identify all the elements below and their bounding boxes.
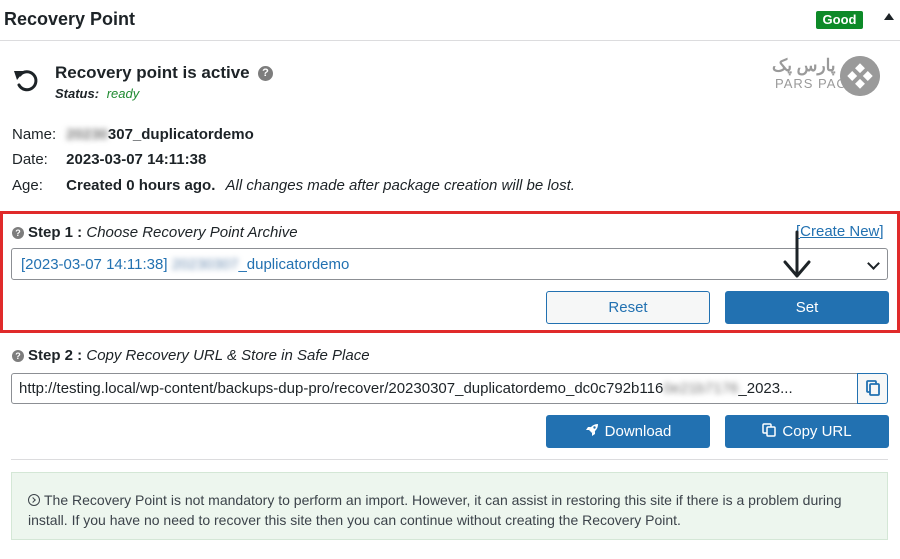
status-label: Status:: [55, 86, 100, 101]
status-badge: Good: [816, 11, 863, 29]
copy-icon: [762, 423, 777, 437]
name-label: Name:: [12, 126, 57, 143]
help-icon[interactable]: ?: [258, 66, 273, 81]
copy-url-button[interactable]: Copy URL: [725, 415, 889, 448]
panel-title: Recovery Point: [4, 9, 136, 29]
age-value: Created 0 hours ago.: [66, 177, 216, 194]
step1-description: Choose Recovery Point Archive: [86, 224, 298, 241]
reset-button[interactable]: Reset: [546, 291, 710, 324]
step1-title: ? Step 1 : Choose Recovery Point Archive: [12, 224, 298, 241]
recovery-url-input[interactable]: http://testing.local/wp-content/backups-…: [11, 373, 858, 404]
recovery-active-title: Recovery point is active: [55, 63, 250, 82]
select-value-suffix: _duplicatordemo: [238, 256, 350, 273]
age-note: All changes made after package creation …: [225, 177, 575, 194]
status-row: Status: ready: [55, 86, 139, 101]
logo-text-top: پارس پک: [772, 56, 836, 75]
copy-icon: [866, 380, 880, 396]
download-label: Download: [604, 423, 672, 440]
chevron-down-icon: [867, 257, 880, 270]
url-prefix: http://testing.local/wp-content/backups-…: [19, 380, 664, 397]
date-row: Date: 2023-03-07 14:11:38: [12, 151, 206, 168]
date-value: 2023-03-07 14:11:38: [66, 151, 207, 168]
copy-url-label: Copy URL: [782, 423, 852, 440]
step1-label: Step 1 :: [28, 224, 83, 241]
select-value-prefix: [2023-03-07 14:11:38]: [21, 256, 168, 273]
download-button[interactable]: Download: [546, 415, 710, 448]
notice-text: The Recovery Point is not mandatory to p…: [28, 492, 842, 528]
step2-title: ? Step 2 : Copy Recovery URL & Store in S…: [12, 347, 370, 364]
arrow-circle-icon: [28, 494, 40, 506]
name-value: 307_duplicatordemo: [107, 126, 254, 143]
info-notice: The Recovery Point is not mandatory to p…: [11, 472, 888, 540]
url-blurred: 0e21b7176: [663, 380, 739, 397]
name-row: Name: 20230307_duplicatordemo: [12, 126, 254, 143]
status-value: ready: [106, 86, 140, 101]
recovery-archive-select[interactable]: [2023-03-07 14:11:38] 20230307_duplicato…: [11, 248, 888, 280]
collapse-toggle-icon[interactable]: [884, 13, 894, 20]
set-button[interactable]: Set: [725, 291, 889, 324]
age-row: Age: Created 0 hours ago. All changes ma…: [12, 177, 575, 194]
arrow-down-icon: [783, 230, 811, 278]
copy-url-icon-button[interactable]: [857, 373, 888, 404]
divider: [11, 459, 888, 460]
step2-description: Copy Recovery URL & Store in Safe Place: [86, 347, 370, 364]
help-icon[interactable]: ?: [12, 350, 24, 362]
undo-icon: [14, 70, 38, 92]
name-blurred: 20230: [66, 126, 108, 143]
help-icon[interactable]: ?: [12, 227, 24, 239]
url-suffix: _2023...: [738, 380, 793, 397]
logo-mark-icon: [840, 56, 880, 96]
parspack-logo: پارس پک PARS PACK: [772, 56, 882, 96]
select-value-blurred: 20230307: [171, 256, 239, 273]
age-label: Age:: [12, 177, 43, 194]
rocket-icon: [585, 424, 598, 436]
panel-header: Recovery Point Good: [0, 0, 900, 41]
step2-label: Step 2 :: [28, 347, 83, 364]
date-label: Date:: [12, 151, 48, 168]
